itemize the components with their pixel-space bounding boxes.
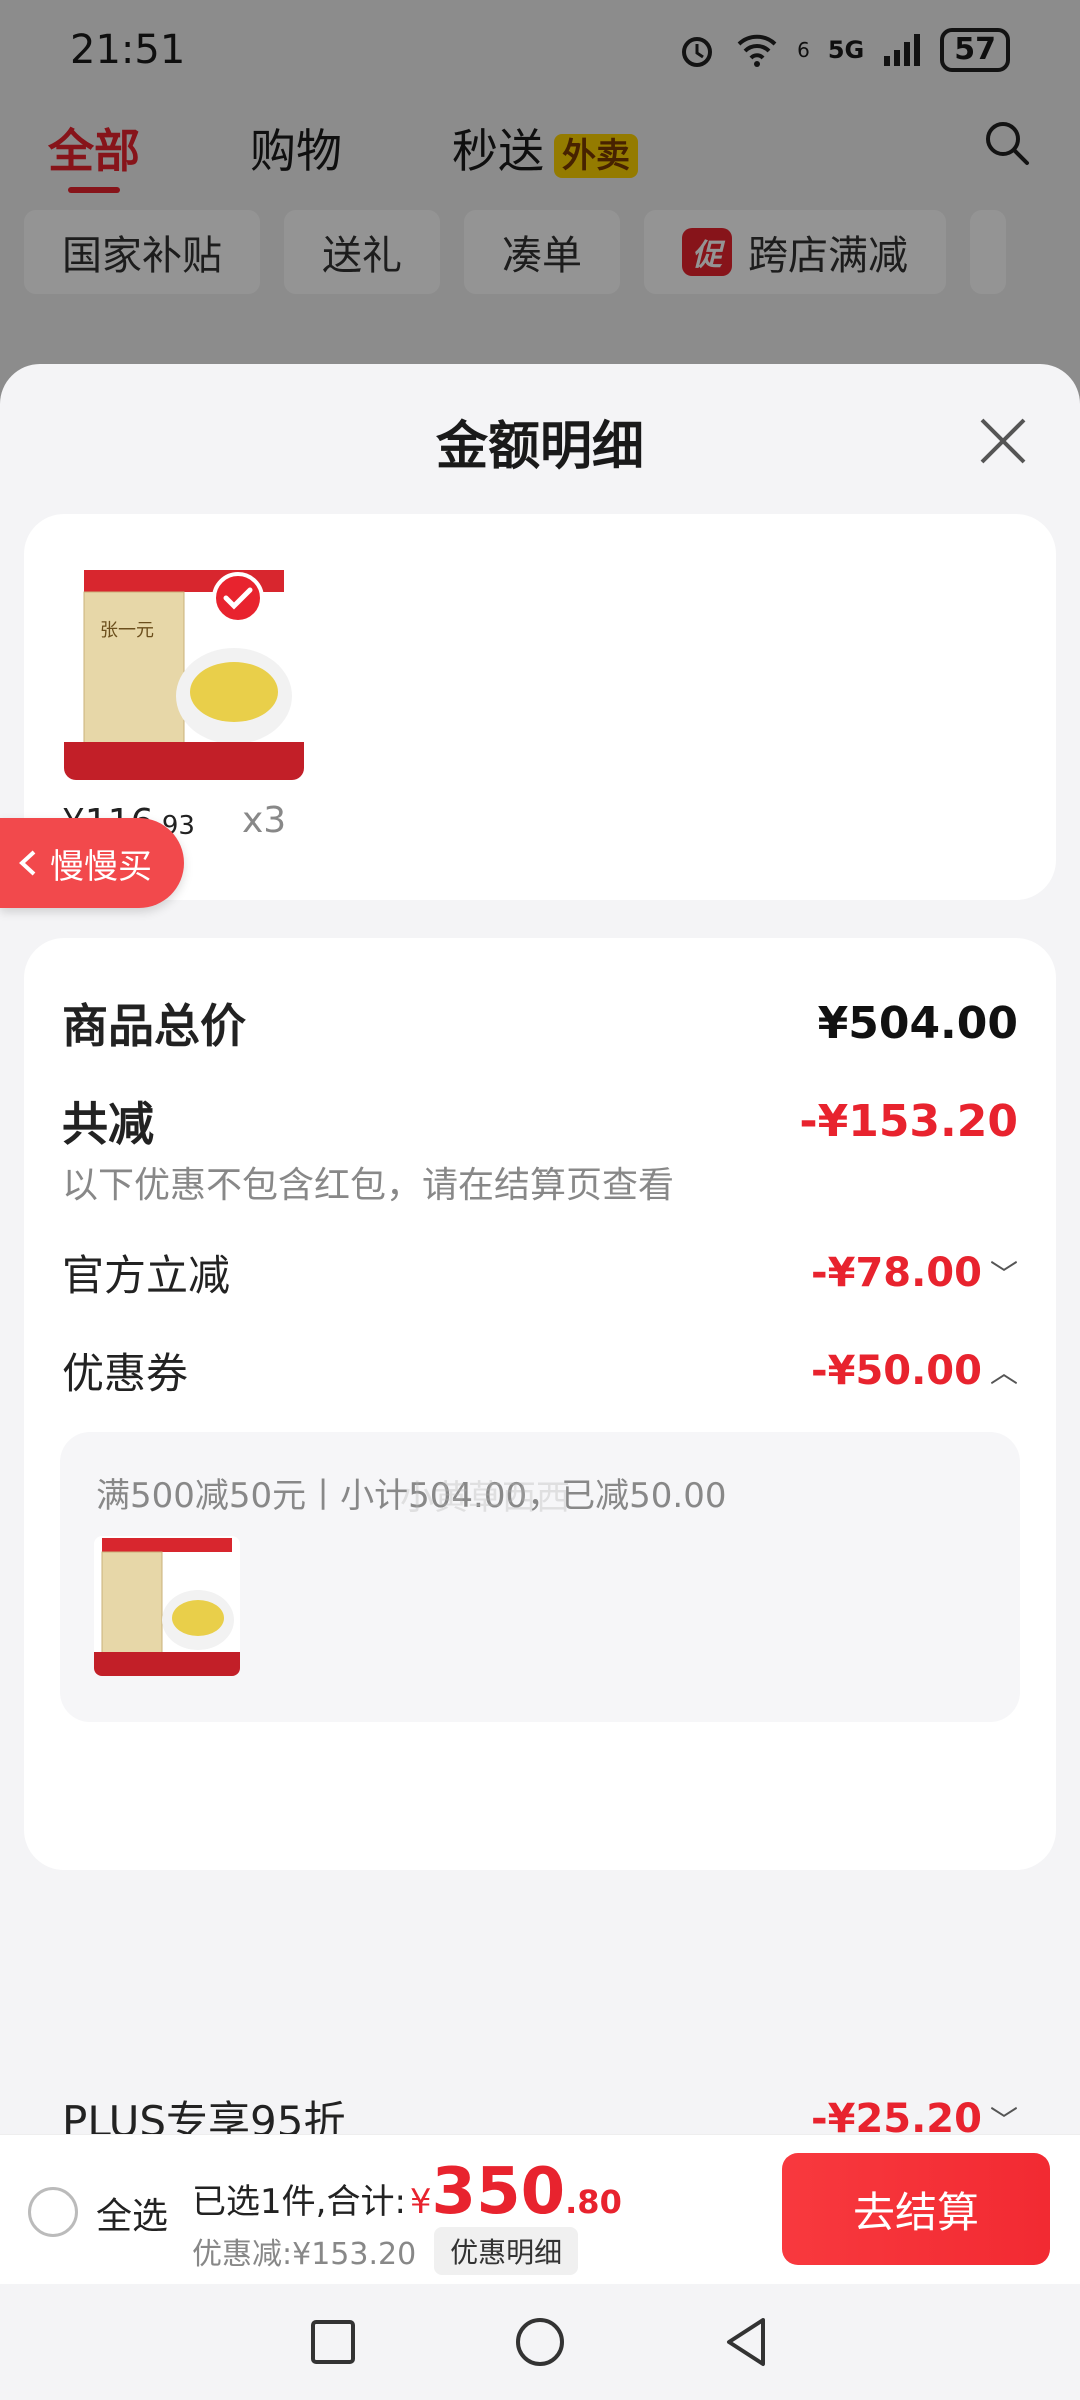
total-int: 350 xyxy=(431,2155,566,2229)
discount-detail-button[interactable]: 优惠明细 xyxy=(434,2227,579,2275)
total-yen: ¥ xyxy=(409,2182,432,2222)
reduce-value: -¥153.20 xyxy=(799,1095,1018,1147)
reduce-note: 以下优惠不包含红包，请在结算页查看 xyxy=(62,1165,675,1206)
coupon-product-image xyxy=(94,1536,240,1676)
discount-text: 优惠减:¥153.20 xyxy=(192,2237,417,2272)
tea-package-thumb xyxy=(94,1536,240,1676)
coupon-value: -¥50.00 xyxy=(811,1347,982,1394)
brand-text: 张一元 xyxy=(100,620,154,641)
nav-back-icon[interactable] xyxy=(717,2312,777,2372)
official-discount-row[interactable]: 官方立减 -¥78.00 ﹀ xyxy=(62,1242,1018,1303)
official-value-wrap: -¥78.00 ﹀ xyxy=(811,1250,1018,1296)
price-breakdown-card: 商品总价 ¥504.00 共减 -¥153.20 以下优惠不包含红包，请在结算页… xyxy=(24,938,1056,2146)
sheet-title: 金额明细 xyxy=(435,417,644,477)
discount-line: 优惠减:¥153.20 优惠明细 xyxy=(192,2227,579,2275)
coupon-value-wrap: -¥50.00 ︿ xyxy=(811,1348,1018,1394)
chevron-down-icon: ﹀ xyxy=(989,1257,1018,1291)
slow-buy-button[interactable]: 慢慢买 xyxy=(0,818,184,908)
nav-square-icon[interactable] xyxy=(303,2312,363,2372)
reduce-label: 共减 xyxy=(62,1097,154,1151)
slow-buy-label: 慢慢买 xyxy=(50,846,152,887)
chevron-left-icon xyxy=(19,850,36,876)
total-value: ¥504.00 xyxy=(817,997,1018,1049)
system-nav-bar xyxy=(0,2284,1080,2400)
total-label: 商品总价 xyxy=(62,999,246,1053)
total-row: 商品总价 ¥504.00 xyxy=(62,990,1018,1056)
checkout-button[interactable]: 去结算 xyxy=(782,2153,1050,2265)
selected-total: 已选1件,合计: ¥ 350 .80 xyxy=(192,2155,622,2229)
total-dec: .80 xyxy=(565,2183,622,2221)
checkout-bar: 全选 已选1件,合计: ¥ 350 .80 优惠减:¥153.20 优惠明细 去… xyxy=(0,2134,1080,2284)
select-all-label[interactable]: 全选 xyxy=(96,2187,168,2239)
chevron-down-icon: ﹀ xyxy=(989,2103,1018,2137)
product-image[interactable]: 张一元 xyxy=(64,566,304,780)
official-value: -¥78.00 xyxy=(811,1249,982,1296)
close-icon[interactable] xyxy=(976,414,1030,468)
check-icon xyxy=(212,572,264,624)
chevron-up-icon: ︿ xyxy=(989,1355,1018,1389)
amount-detail-sheet: 金额明细 张一元 ¥116.93 x3 商品总价 ¥504.00 共减 xyxy=(0,364,1080,2146)
coupon-row[interactable]: 优惠券 -¥50.00 ︿ xyxy=(62,1340,1018,1401)
nav-circle-icon[interactable] xyxy=(510,2312,570,2372)
tea-package-image: 张一元 xyxy=(64,566,304,780)
reduce-row: 共减 -¥153.20 xyxy=(62,1088,1018,1154)
select-all-radio[interactable] xyxy=(28,2187,78,2237)
coupon-label: 优惠券 xyxy=(62,1349,189,1398)
product-qty: x3 xyxy=(242,800,287,841)
watermark: 小黄草西西 xyxy=(400,1478,570,1518)
official-label: 官方立减 xyxy=(62,1251,231,1300)
selected-text: 已选1件,合计: xyxy=(192,2182,406,2222)
